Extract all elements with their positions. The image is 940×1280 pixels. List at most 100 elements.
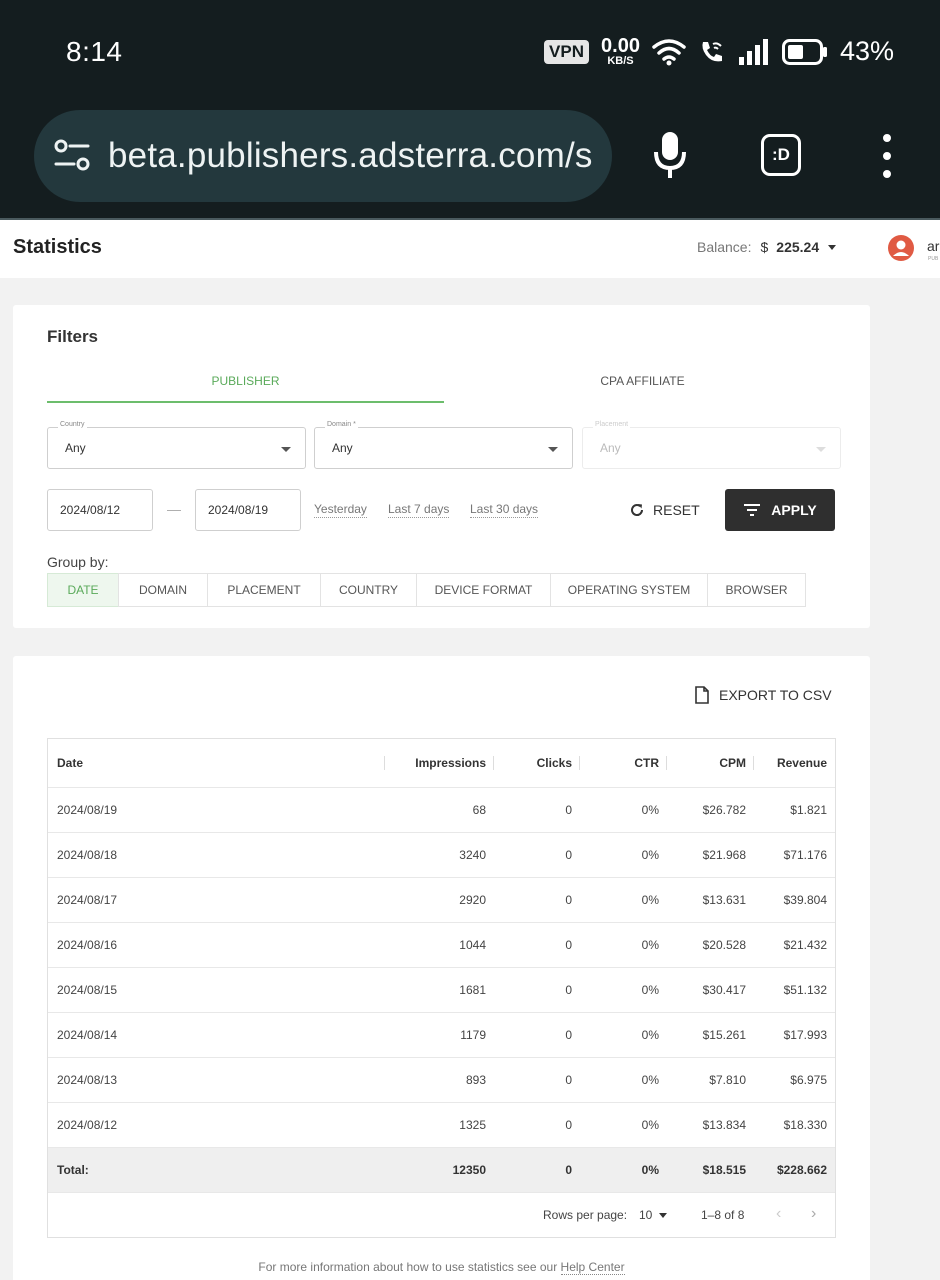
cell-clicks: 0 <box>494 1011 580 1057</box>
statistics-table: Date Impressions Clicks CTR CPM Revenue … <box>47 738 836 1238</box>
site-settings-icon[interactable] <box>52 136 92 176</box>
total-label: Total: <box>48 1146 385 1192</box>
chevron-right-icon[interactable]: › <box>811 1205 816 1223</box>
balance-amount: 225.24 <box>776 239 820 255</box>
status-bar: 8:14 VPN 0.00 KB/S 43% <box>0 0 940 104</box>
microphone-icon[interactable] <box>652 130 688 180</box>
group-by-placement[interactable]: PLACEMENT <box>207 573 321 607</box>
cell-cpm: $20.528 <box>667 921 754 967</box>
column-header-ctr[interactable]: CTR <box>580 739 667 787</box>
group-by-browser[interactable]: BROWSER <box>707 573 806 607</box>
cell-impressions: 1179 <box>385 1011 494 1057</box>
cell-impressions: 1681 <box>385 966 494 1012</box>
tab-cpa-affiliate[interactable]: CPA AFFILIATE <box>444 365 841 403</box>
cell-date: 2024/08/13 <box>48 1056 385 1102</box>
column-header-cpm[interactable]: CPM <box>667 739 754 787</box>
user-name[interactable]: ar <box>927 238 939 254</box>
help-center-link[interactable]: Help Center <box>560 1260 625 1275</box>
cell-date: 2024/08/15 <box>48 966 385 1012</box>
browser-toolbar: beta.publishers.adsterra.com/s :D <box>0 104 940 218</box>
vpn-badge: VPN <box>544 39 590 64</box>
quick-range-last-7-days[interactable]: Last 7 days <box>388 502 450 518</box>
chevron-down-icon <box>816 447 826 452</box>
rows-per-page-value: 10 <box>639 1208 653 1222</box>
chevron-left-icon[interactable]: ‹ <box>776 1205 781 1223</box>
balance-label: Balance: <box>697 239 752 255</box>
column-header-revenue[interactable]: Revenue <box>754 739 835 787</box>
chevron-down-icon <box>281 447 291 452</box>
column-header-impressions[interactable]: Impressions <box>385 739 494 787</box>
cell-impressions: 2920 <box>385 876 494 922</box>
balance-dropdown[interactable]: Balance: $ 225.24 <box>697 239 837 255</box>
rows-per-page-label: Rows per page: <box>543 1208 628 1222</box>
cell-ctr: 0% <box>580 966 667 1012</box>
tab-publisher[interactable]: PUBLISHER <box>47 365 444 403</box>
quick-range-last-30-days[interactable]: Last 30 days <box>470 502 539 518</box>
cell-cpm: $13.834 <box>667 1101 754 1147</box>
cell-ctr: 0% <box>580 1056 667 1102</box>
cell-clicks: 0 <box>494 1101 580 1147</box>
table-row: 2024/08/13 893 0 0% $7.810 $6.975 <box>48 1056 835 1102</box>
group-by-domain[interactable]: DOMAIN <box>118 573 208 607</box>
more-menu-icon[interactable] <box>879 134 895 178</box>
group-by-date[interactable]: DATE <box>47 573 119 607</box>
cell-impressions: 68 <box>385 786 494 832</box>
cell-clicks: 0 <box>494 831 580 877</box>
network-speed-value: 0.00 <box>601 35 640 57</box>
domain-select[interactable]: Domain * Any <box>314 421 573 469</box>
address-bar[interactable]: beta.publishers.adsterra.com/s <box>34 110 612 202</box>
country-select-value: Any <box>65 441 86 455</box>
cell-impressions: 1325 <box>385 1101 494 1147</box>
status-time: 8:14 <box>66 36 123 67</box>
total-ctr: 0% <box>580 1146 667 1192</box>
group-by-country[interactable]: COUNTRY <box>320 573 417 607</box>
signal-icon <box>738 38 768 65</box>
country-select[interactable]: Country Any <box>47 421 306 469</box>
url-text[interactable]: beta.publishers.adsterra.com/s <box>108 136 593 176</box>
user-role: PUB <box>928 256 939 262</box>
placement-select: Placement Any <box>582 421 841 469</box>
cell-date: 2024/08/16 <box>48 921 385 967</box>
status-icons: VPN 0.00 KB/S 43% <box>544 36 894 67</box>
country-select-label: Country <box>58 421 87 428</box>
reset-button-label: RESET <box>653 502 700 518</box>
date-to-field[interactable]: 2024/08/19 <box>195 489 301 531</box>
quick-range-yesterday[interactable]: Yesterday <box>314 502 367 518</box>
group-by-operating-system[interactable]: OPERATING SYSTEM <box>550 573 708 607</box>
refresh-icon <box>631 504 644 516</box>
rows-per-page-select[interactable]: 10 <box>639 1208 668 1222</box>
cell-date: 2024/08/18 <box>48 831 385 877</box>
apply-button[interactable]: APPLY <box>725 489 835 531</box>
column-header-label: CTR <box>634 755 659 770</box>
export-csv-button[interactable]: EXPORT TO CSV <box>695 686 832 704</box>
cell-date: 2024/08/19 <box>48 786 385 832</box>
wifi-icon <box>652 38 686 65</box>
date-from-field[interactable]: 2024/08/12 <box>47 489 153 531</box>
table-row: 2024/08/14 1179 0 0% $15.261 $17.993 <box>48 1011 835 1057</box>
column-header-date[interactable]: Date <box>48 739 385 787</box>
total-revenue: $228.662 <box>754 1146 835 1192</box>
cell-ctr: 0% <box>580 921 667 967</box>
battery-percent: 43% <box>839 36 894 66</box>
total-impressions: 12350 <box>385 1146 494 1192</box>
reset-button[interactable]: RESET <box>617 489 707 531</box>
avatar[interactable] <box>888 235 914 261</box>
filter-tabs: PUBLISHER CPA AFFILIATE <box>47 365 841 403</box>
cell-revenue: $1.821 <box>754 786 835 832</box>
cell-clicks: 0 <box>494 786 580 832</box>
cell-date: 2024/08/14 <box>48 1011 385 1057</box>
help-text-prefix: For more information about how to use st… <box>258 1260 561 1274</box>
tab-switcher-icon[interactable]: :D <box>761 134 801 176</box>
wifi-calling-icon <box>702 41 722 61</box>
cell-impressions: 3240 <box>385 831 494 877</box>
cell-date: 2024/08/12 <box>48 1101 385 1147</box>
group-by-label: Group by: <box>47 554 109 570</box>
cell-cpm: $7.810 <box>667 1056 754 1102</box>
cell-revenue: $17.993 <box>754 1011 835 1057</box>
cell-ctr: 0% <box>580 1101 667 1147</box>
column-header-clicks[interactable]: Clicks <box>494 739 580 787</box>
group-by-device-format[interactable]: DEVICE FORMAT <box>416 573 551 607</box>
placement-select-value: Any <box>600 441 621 455</box>
cell-ctr: 0% <box>580 786 667 832</box>
cell-impressions: 893 <box>385 1056 494 1102</box>
